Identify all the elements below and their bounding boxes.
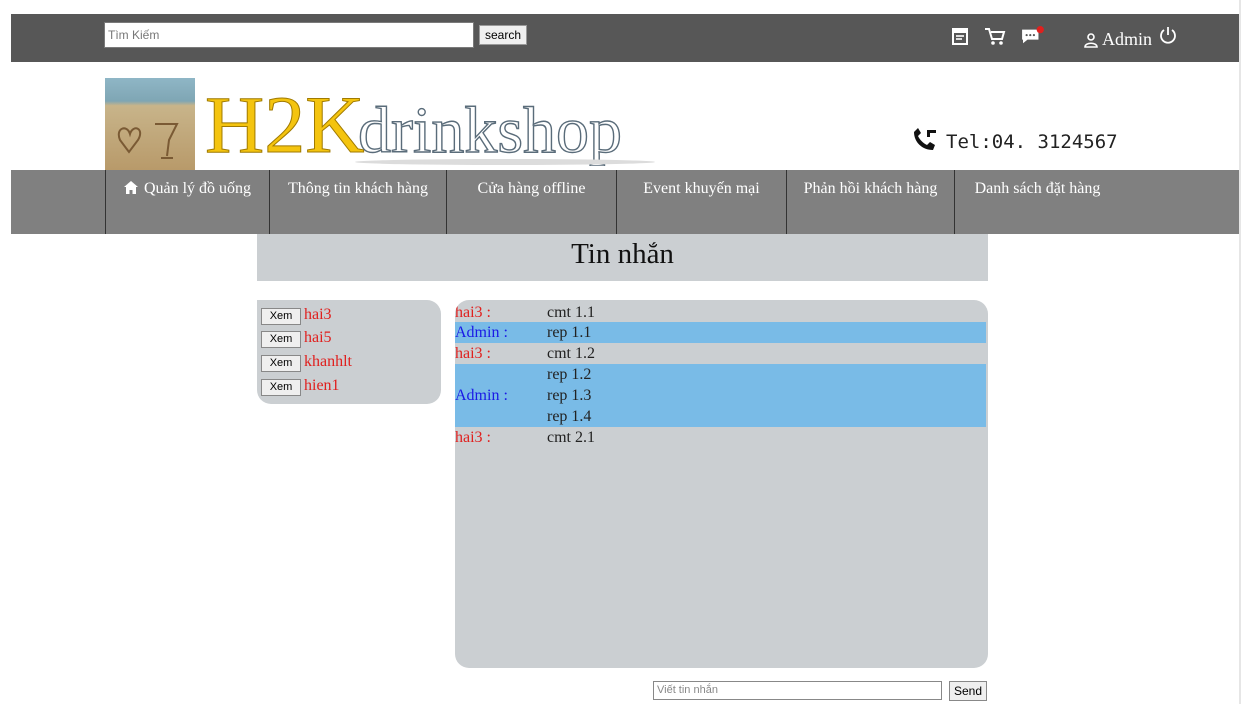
nav-item-label: Quản lý đồ uống xyxy=(143,180,252,197)
view-button[interactable]: Xem xyxy=(261,379,301,396)
chat-message: hai3 : cmt 1.2 xyxy=(455,343,986,364)
nav-item-promotions[interactable]: Event khuyến mại xyxy=(617,170,787,234)
phone-icon xyxy=(914,128,936,150)
message-text: rep 1.4 xyxy=(547,408,592,425)
message-sender: Admin : xyxy=(455,324,508,341)
nav-item-label: Event khuyến mại xyxy=(643,180,760,197)
view-button[interactable]: Xem xyxy=(261,308,301,325)
message-text: rep 1.3 xyxy=(547,387,592,404)
nav-item-label: Cửa hàng offline xyxy=(477,180,586,197)
nav-item-label: Thông tin khách hàng xyxy=(288,180,428,197)
chat-message: Admin : rep 1.1 xyxy=(455,322,986,343)
logo-beach-photo xyxy=(105,78,195,170)
site-header: H2K drinkshop Tel:04. 3124567 xyxy=(0,62,1241,170)
power-icon[interactable] xyxy=(1158,25,1178,45)
chat-message: hai3 : cmt 2.1 xyxy=(455,427,986,448)
message-sender: Admin : xyxy=(455,387,508,404)
message-text: cmt 1.2 xyxy=(547,345,595,362)
nav-item-offline-store[interactable]: Cửa hàng offline xyxy=(447,170,617,234)
message-text: cmt 2.1 xyxy=(547,429,595,446)
search-input[interactable]: Tìm Kiếm xyxy=(104,22,474,48)
message-icon[interactable] xyxy=(1019,26,1047,46)
logo-h2k-text: H2K xyxy=(205,80,364,166)
message-sender: hai3 : xyxy=(455,304,491,321)
logo-wordmark: H2K drinkshop xyxy=(205,80,655,166)
nav-item-label: Danh sách đặt hàng xyxy=(974,180,1101,197)
view-button[interactable]: Xem xyxy=(261,355,301,372)
user-name[interactable]: khanhlt xyxy=(304,353,352,371)
message-text: cmt 1.1 xyxy=(547,304,595,321)
chat-message: Admin : rep 1.2 rep 1.3 rep 1.4 xyxy=(455,364,986,427)
nav-item-drinks[interactable]: Quản lý đồ uống xyxy=(105,170,270,234)
chat-thread[interactable]: hai3 : cmt 1.1 Admin : rep 1.1 hai3 : cm… xyxy=(455,300,988,668)
nav-item-feedback[interactable]: Phản hồi khách hàng xyxy=(787,170,955,234)
logo-drinkshop-text: drinkshop xyxy=(358,94,622,166)
telephone-number: Tel:04. 3124567 xyxy=(946,131,1118,153)
message-sender: hai3 : xyxy=(455,345,491,362)
message-sender: hai3 : xyxy=(455,429,491,446)
top-bar: Tìm Kiếm search Admin xyxy=(11,14,1239,62)
search-button[interactable]: search xyxy=(479,25,527,45)
message-text: rep 1.1 xyxy=(547,324,592,341)
user-name[interactable]: hien1 xyxy=(304,377,340,395)
cart-icon[interactable] xyxy=(984,26,1006,46)
chat-message: hai3 : cmt 1.1 xyxy=(455,302,986,323)
nav-item-customer-info[interactable]: Thông tin khách hàng xyxy=(270,170,447,234)
send-button[interactable]: Send xyxy=(949,681,987,701)
message-text: rep 1.2 xyxy=(547,366,592,383)
page-title: Tin nhắn xyxy=(257,234,988,281)
main-nav: Quản lý đồ uống Thông tin khách hàng Cửa… xyxy=(11,170,1239,234)
user-list-panel: Xem hai3 Xem hai5 Xem khanhlt Xem hien1 xyxy=(257,300,441,404)
user-name[interactable]: hai3 xyxy=(304,306,332,324)
admin-username[interactable]: Admin xyxy=(1102,29,1152,50)
calendar-icon[interactable] xyxy=(951,26,969,46)
home-icon xyxy=(123,181,138,194)
message-input[interactable]: Viết tin nhắn xyxy=(653,681,942,700)
user-name[interactable]: hai5 xyxy=(304,329,332,347)
page: Tìm Kiếm search Admin H2K drinkshop Tel:… xyxy=(0,0,1241,704)
nav-item-label: Phản hồi khách hàng xyxy=(803,180,938,197)
view-button[interactable]: Xem xyxy=(261,331,301,348)
nav-item-orders[interactable]: Danh sách đặt hàng xyxy=(955,170,1120,234)
user-icon xyxy=(1084,33,1098,48)
